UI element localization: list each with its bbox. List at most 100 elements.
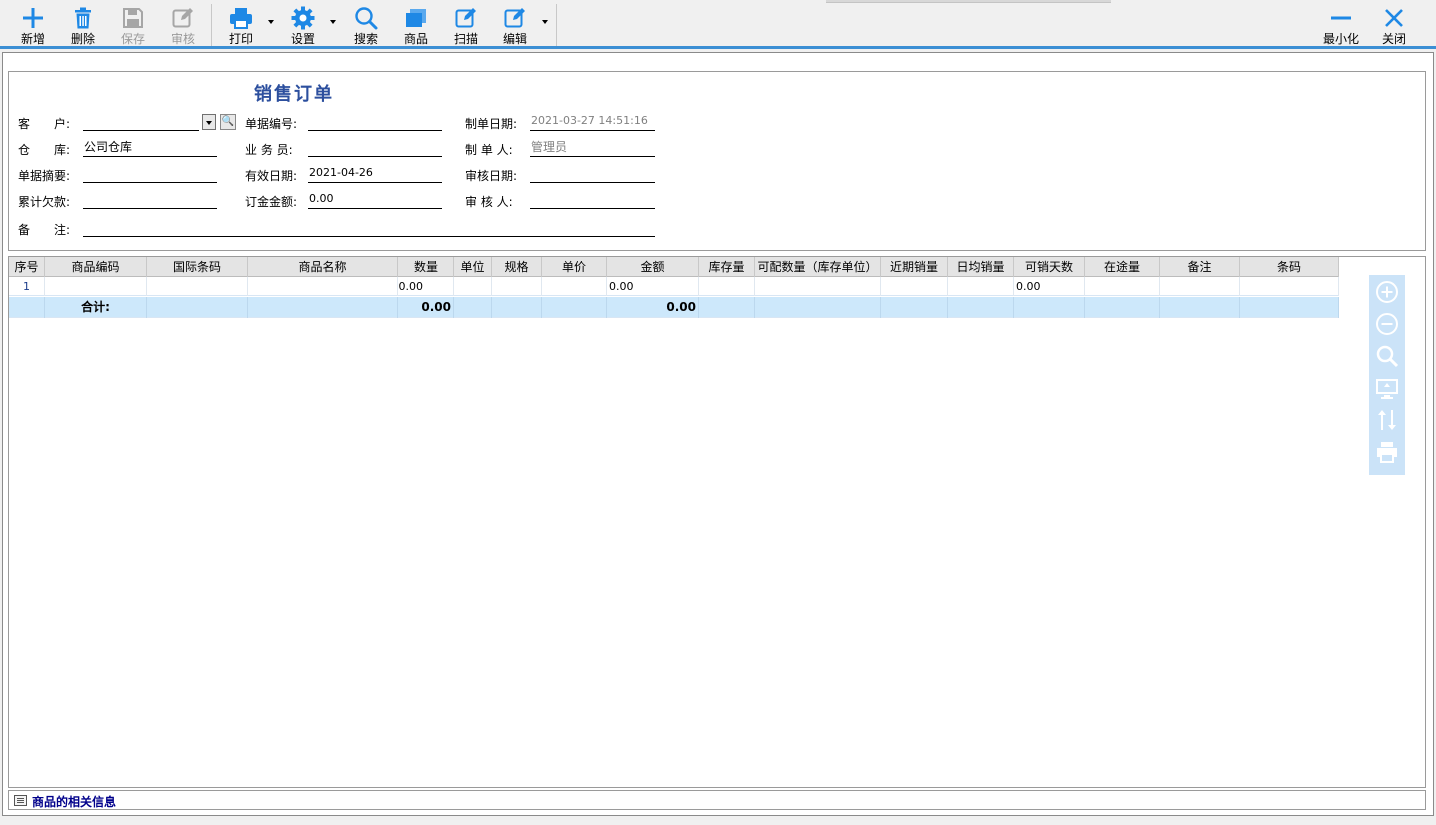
delete-label: 删除 bbox=[70, 32, 95, 46]
doc-no-field[interactable] bbox=[308, 113, 442, 131]
row-seq: 1 bbox=[9, 277, 45, 296]
col-header[interactable]: 备注 bbox=[1160, 257, 1240, 277]
valid-date-field[interactable]: 2021-04-26 bbox=[308, 165, 442, 183]
zoom-in-icon bbox=[1376, 281, 1398, 303]
close-button[interactable]: 关闭 bbox=[1371, 3, 1417, 47]
col-header[interactable]: 金额 bbox=[607, 257, 699, 277]
print-button[interactable]: 打印 bbox=[218, 3, 264, 47]
cell[interactable] bbox=[147, 277, 248, 296]
cell bbox=[948, 297, 1014, 318]
deposit-field[interactable]: 0.00 bbox=[308, 191, 442, 209]
close-label: 关闭 bbox=[1381, 32, 1406, 46]
plus-icon bbox=[23, 8, 43, 28]
customer-search-button[interactable]: 🔍 bbox=[220, 114, 236, 130]
cell bbox=[1160, 297, 1240, 318]
zoom-in-button[interactable] bbox=[1374, 279, 1400, 305]
edit-button[interactable]: 编辑 bbox=[492, 3, 538, 47]
creator-field: 管理员 bbox=[530, 139, 655, 157]
row-amount[interactable]: 0.00 bbox=[607, 277, 699, 296]
goods-info-label: 商品的相关信息 bbox=[32, 795, 117, 809]
auditor-field bbox=[530, 191, 655, 209]
table-row[interactable]: 1 0.00 0.00 0.00 bbox=[9, 277, 1339, 296]
cell[interactable] bbox=[1160, 277, 1240, 296]
cell bbox=[881, 277, 948, 296]
col-header[interactable]: 日均销量 bbox=[948, 257, 1014, 277]
settings-dropdown-caret[interactable] bbox=[330, 20, 336, 24]
summary-label: 单据摘要: bbox=[18, 169, 71, 183]
col-header[interactable]: 数量 bbox=[398, 257, 454, 277]
warehouse-label: 仓 库: bbox=[18, 143, 71, 157]
total-amount: 0.00 bbox=[607, 297, 699, 318]
magnify-button[interactable] bbox=[1374, 343, 1400, 369]
cell bbox=[948, 277, 1014, 296]
col-header[interactable]: 商品名称 bbox=[248, 257, 398, 277]
print-grid-button[interactable] bbox=[1374, 439, 1400, 465]
col-header[interactable]: 库存量 bbox=[699, 257, 755, 277]
cell[interactable] bbox=[1240, 277, 1339, 296]
col-header[interactable]: 国际条码 bbox=[147, 257, 248, 277]
col-header[interactable]: 近期销量 bbox=[881, 257, 948, 277]
col-header[interactable]: 单价 bbox=[542, 257, 607, 277]
add-button[interactable]: 新增 bbox=[10, 3, 56, 47]
cell[interactable] bbox=[45, 277, 147, 296]
goods-info-bar[interactable]: 商品的相关信息 bbox=[8, 790, 1426, 810]
popup-edge bbox=[826, 0, 1111, 3]
cell bbox=[1085, 277, 1160, 296]
cell bbox=[1014, 297, 1085, 318]
warehouse-field[interactable]: 公司仓库 bbox=[83, 139, 217, 157]
cell bbox=[454, 297, 492, 318]
col-header[interactable]: 在途量 bbox=[1085, 257, 1160, 277]
goods-grid: 序号 商品编码 国际条码 商品名称 数量 单位 规格 单价 金额 库存量 可配数… bbox=[8, 256, 1426, 788]
minimize-button[interactable]: 最小化 bbox=[1317, 3, 1365, 47]
audit-label: 审核 bbox=[170, 32, 195, 46]
add-label: 新增 bbox=[20, 32, 45, 46]
order-form: 销售订单 客 户: 🔍 仓 库: 公司仓库 单据摘要: 累计欠款: 备 注: 单… bbox=[8, 71, 1426, 251]
gear-icon bbox=[291, 6, 315, 30]
col-header[interactable]: 单位 bbox=[454, 257, 492, 277]
magnify-icon bbox=[1376, 345, 1399, 368]
col-header[interactable]: 可销天数 bbox=[1014, 257, 1085, 277]
save-label: 保存 bbox=[120, 32, 145, 46]
salesman-field[interactable] bbox=[308, 139, 442, 157]
sort-icon bbox=[1378, 410, 1396, 430]
col-header[interactable]: 序号 bbox=[9, 257, 45, 277]
zoom-out-button[interactable] bbox=[1374, 311, 1400, 337]
settings-button[interactable]: 设置 bbox=[280, 3, 326, 47]
debt-field[interactable] bbox=[83, 191, 217, 209]
summary-field[interactable] bbox=[83, 165, 217, 183]
cell[interactable] bbox=[492, 277, 542, 296]
minus-icon bbox=[1331, 16, 1351, 20]
save-button[interactable]: 保存 bbox=[110, 3, 156, 47]
customer-field[interactable] bbox=[83, 113, 199, 131]
sort-button[interactable] bbox=[1374, 407, 1400, 433]
screen-button[interactable] bbox=[1374, 375, 1400, 401]
audit-button[interactable]: 审核 bbox=[160, 3, 206, 47]
delete-button[interactable]: 删除 bbox=[60, 3, 106, 47]
cell bbox=[755, 277, 881, 296]
col-header[interactable]: 可配数量（库存单位） bbox=[755, 257, 881, 277]
search-label: 搜索 bbox=[353, 32, 378, 46]
cell bbox=[147, 297, 248, 318]
cell bbox=[881, 297, 948, 318]
note-field[interactable] bbox=[83, 219, 655, 237]
audit-edit-icon bbox=[172, 8, 193, 28]
col-header[interactable]: 规格 bbox=[492, 257, 542, 277]
trash-icon bbox=[75, 7, 91, 29]
total-row: 合计: 0.00 0.00 bbox=[9, 297, 1339, 318]
grid-header: 序号 商品编码 国际条码 商品名称 数量 单位 规格 单价 金额 库存量 可配数… bbox=[9, 257, 1339, 277]
scan-edit-icon bbox=[455, 8, 476, 28]
col-header[interactable]: 条码 bbox=[1240, 257, 1339, 277]
floppy-icon bbox=[123, 8, 143, 28]
total-label: 合计: bbox=[45, 297, 147, 318]
row-price-cell[interactable] bbox=[542, 277, 607, 296]
cell[interactable] bbox=[454, 277, 492, 296]
edit-dropdown-caret[interactable] bbox=[542, 20, 548, 24]
col-header[interactable]: 商品编码 bbox=[45, 257, 147, 277]
row-qty[interactable]: 0.00 bbox=[398, 277, 454, 296]
scan-button[interactable]: 扫描 bbox=[443, 3, 489, 47]
print-dropdown-caret[interactable] bbox=[268, 20, 274, 24]
search-button[interactable]: 搜索 bbox=[343, 3, 389, 47]
goods-button[interactable]: 商品 bbox=[393, 3, 439, 47]
customer-dropdown-button[interactable] bbox=[202, 114, 216, 130]
cell[interactable] bbox=[248, 277, 398, 296]
